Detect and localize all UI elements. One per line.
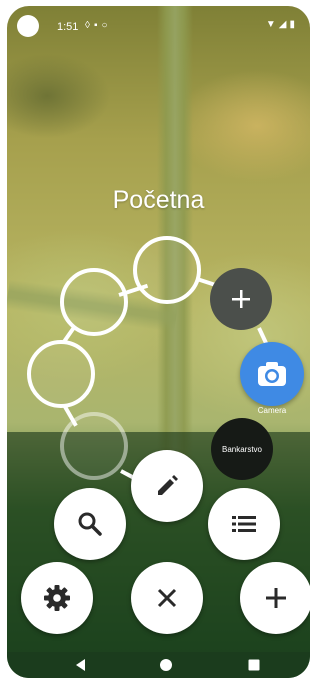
navigation-bar xyxy=(7,652,310,678)
radial-slot[interactable] xyxy=(60,412,128,480)
status-bar: 1:51 ◊▪○ ▼◢▮ xyxy=(7,6,310,42)
status-system-icons: ▼◢▮ xyxy=(266,19,298,30)
shield-icon: ◊ xyxy=(85,20,94,31)
status-notification-icons: ◊▪○ xyxy=(85,20,112,31)
camera-button-label: Camera xyxy=(257,406,287,415)
pencil-icon xyxy=(158,475,178,495)
camera-button[interactable] xyxy=(240,342,304,406)
back-icon[interactable] xyxy=(74,658,88,672)
settings-button[interactable] xyxy=(21,562,93,634)
radial-slot[interactable] xyxy=(27,340,95,408)
phone-screen: 1:51 ◊▪○ ▼◢▮ Početna Camera Bankarstvo xyxy=(7,6,310,678)
avatar[interactable] xyxy=(17,15,39,37)
bankarstvo-button[interactable]: Bankarstvo xyxy=(211,418,273,480)
wifi-icon: ▼ xyxy=(265,19,279,30)
battery-icon: ▮ xyxy=(289,19,298,30)
signal-icon: ◢ xyxy=(278,19,290,30)
radial-add-button[interactable] xyxy=(210,268,272,330)
page-title: Početna xyxy=(112,186,205,214)
recents-icon[interactable] xyxy=(247,658,261,672)
plus-icon xyxy=(232,290,250,308)
close-icon xyxy=(157,588,177,608)
plus-icon xyxy=(266,588,286,608)
bankarstvo-label: Bankarstvo xyxy=(221,444,263,454)
home-icon[interactable] xyxy=(159,658,173,672)
add-button[interactable] xyxy=(240,562,310,634)
list-button[interactable] xyxy=(208,488,280,560)
edit-button[interactable] xyxy=(131,450,203,522)
status-time: 1:51 xyxy=(57,21,79,33)
camera-icon xyxy=(258,362,286,386)
radial-slot[interactable] xyxy=(133,236,201,304)
sim-icon: ▪ xyxy=(93,20,102,31)
list-icon xyxy=(232,516,256,532)
search-button[interactable] xyxy=(54,488,126,560)
radial-slot[interactable] xyxy=(60,268,128,336)
sync-icon: ○ xyxy=(101,20,112,31)
close-button[interactable] xyxy=(131,562,203,634)
search-icon xyxy=(78,512,102,536)
gear-icon xyxy=(44,585,70,611)
